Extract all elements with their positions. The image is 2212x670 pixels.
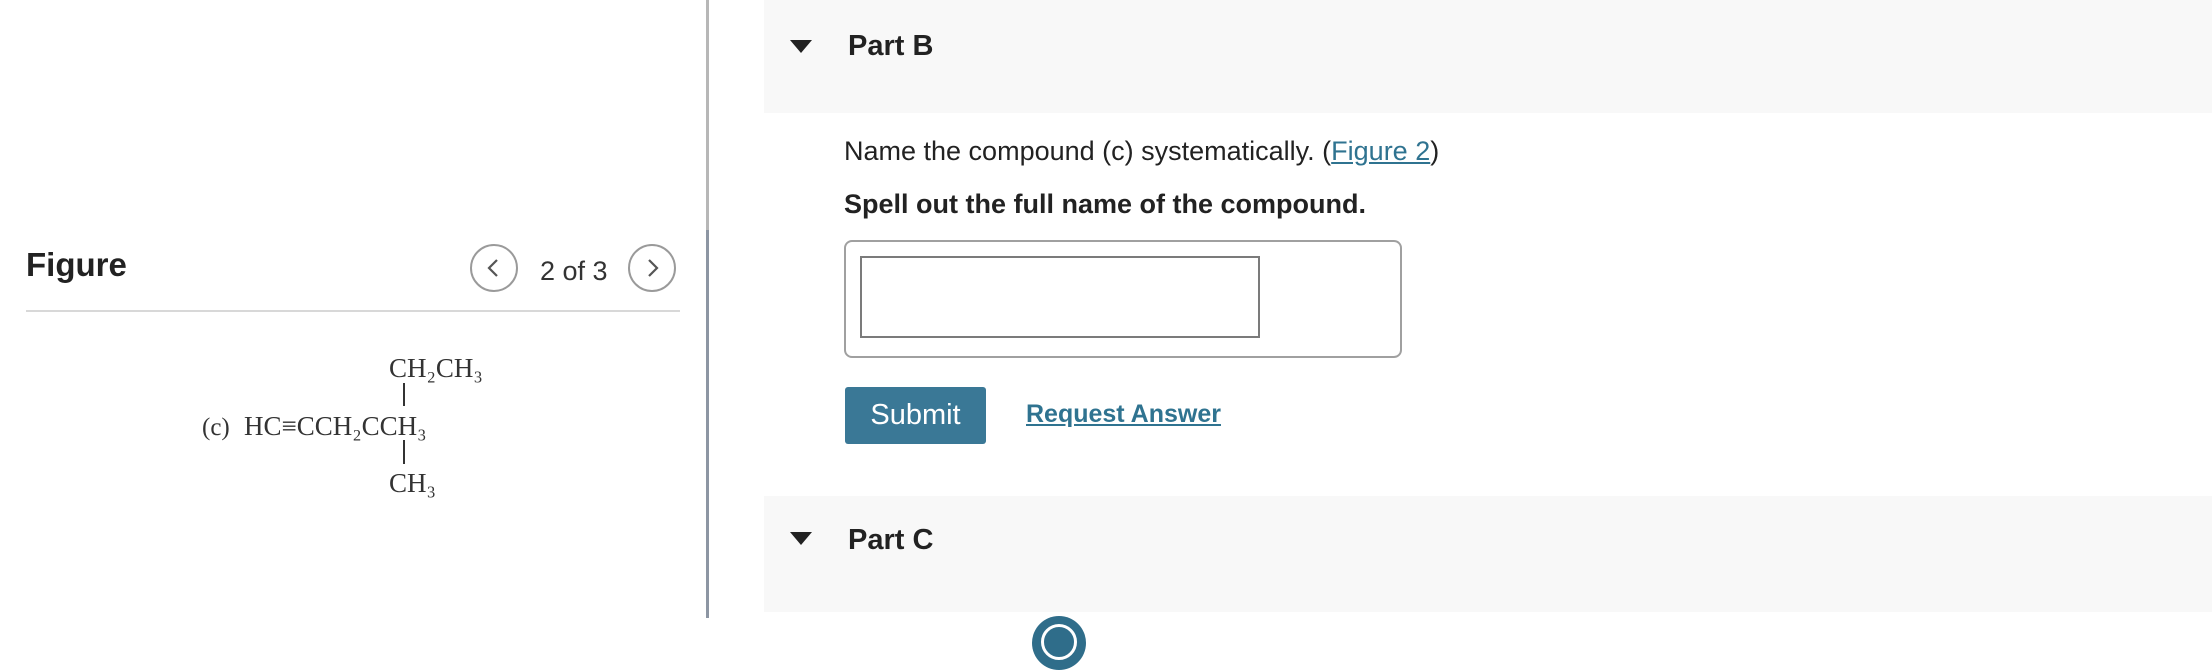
figure-panel: Figure 2 of 3 CH₂CH₃ (c) HC≡CCH₂CCH₃ CH₃: [0, 0, 708, 626]
figure-2-link[interactable]: Figure 2: [1331, 136, 1430, 166]
question-prefix: Name the compound (c) systematically. (: [844, 136, 1332, 166]
compound-bottom-group: CH₃: [389, 468, 436, 498]
question-text: Name the compound (c) systematically. (F…: [844, 136, 1439, 167]
compound-name-input[interactable]: [860, 256, 1260, 338]
compound-top-group: CH₂CH₃: [389, 353, 483, 383]
question-suffix: ): [1430, 136, 1440, 166]
request-answer-link[interactable]: Request Answer: [1026, 400, 1221, 429]
figure-page-indicator: 2 of 3: [540, 256, 608, 286]
compound-main-chain: HC≡CCH₂CCH₃: [244, 411, 427, 441]
compound-structure-figure: CH₂CH₃ (c) HC≡CCH₂CCH₃ CH₃: [202, 353, 483, 498]
answer-container: [844, 240, 1402, 358]
figure-header: Figure 2 of 3: [26, 232, 680, 312]
figure-title: Figure: [26, 246, 127, 283]
help-icon[interactable]: [1032, 616, 1086, 670]
part-b-title: Part B: [848, 30, 934, 62]
instruction-text: Spell out the full name of the compound.: [844, 189, 1366, 219]
chevron-left-icon: [487, 259, 498, 277]
submit-button[interactable]: Submit: [845, 387, 986, 444]
previous-figure-button[interactable]: [470, 244, 518, 292]
panel-resize-handle[interactable]: [706, 230, 709, 618]
caret-down-icon: [790, 40, 812, 53]
caret-down-icon: [790, 532, 812, 545]
chevron-right-icon: [648, 259, 659, 277]
part-c-header[interactable]: Part C: [764, 496, 2212, 612]
compound-label: (c): [202, 414, 230, 441]
next-figure-button[interactable]: [628, 244, 676, 292]
part-b-header[interactable]: Part B: [764, 0, 2212, 113]
part-c-title: Part C: [848, 524, 934, 556]
